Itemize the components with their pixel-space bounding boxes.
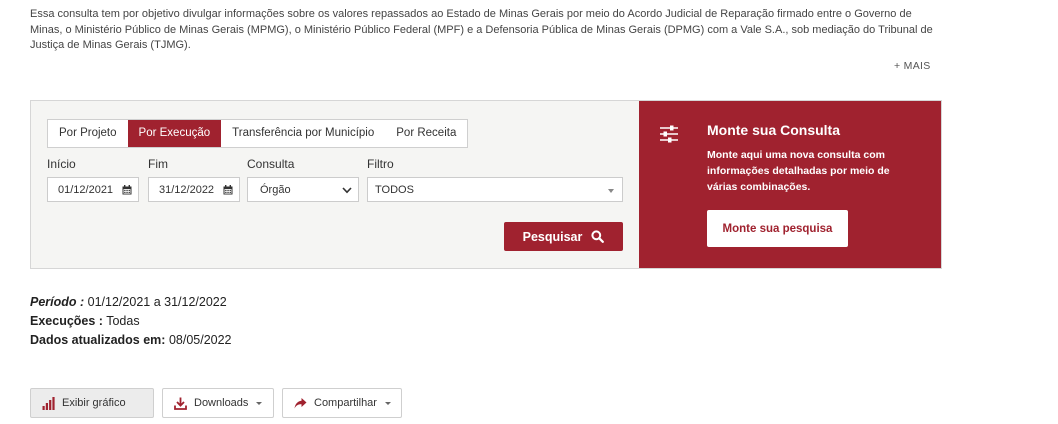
tab-por-receita[interactable]: Por Receita [385, 120, 467, 147]
share-label: Compartilhar [314, 397, 377, 409]
execucoes-label: Execuções : [30, 314, 103, 328]
custom-query-title: Monte sua Consulta [707, 122, 841, 138]
atualizados-value: 08/05/2022 [168, 333, 232, 347]
custom-query-panel: Monte sua Consulta Monte aqui uma nova c… [639, 101, 941, 268]
calendar-icon [122, 185, 132, 195]
query-summary: Período : 01/12/2021 a 31/12/2022 Execuç… [30, 293, 232, 350]
inicio-value: 01/12/2021 [58, 183, 114, 196]
download-icon [174, 397, 187, 410]
execucoes-value: Todas [106, 314, 140, 328]
atualizados-label: Dados atualizados em: [30, 333, 166, 347]
search-button[interactable]: Pesquisar [504, 222, 623, 251]
periodo-line: Período : 01/12/2021 a 31/12/2022 [30, 293, 232, 312]
build-query-button[interactable]: Monte sua pesquisa [707, 210, 848, 247]
sliders-icon [660, 125, 678, 143]
downloads-dropdown[interactable]: Downloads [162, 388, 274, 418]
fim-value: 31/12/2022 [159, 183, 215, 196]
consulta-label: Consulta [247, 157, 295, 171]
tab-por-projeto[interactable]: Por Projeto [48, 120, 128, 147]
tab-transferencia-por-municipio[interactable]: Transferência por Município [221, 120, 385, 147]
periodo-label: Período : [30, 295, 85, 309]
custom-query-description: Monte aqui uma nova consulta com informa… [707, 149, 890, 193]
more-link[interactable]: + MAIS [894, 60, 931, 72]
share-dropdown[interactable]: Compartilhar [282, 388, 402, 418]
caret-down-icon [256, 401, 263, 405]
fim-date-input[interactable]: 31/12/2022 [148, 177, 240, 202]
consulta-value: Órgão [260, 183, 291, 196]
caret-down-icon [384, 401, 391, 405]
chevron-down-icon [342, 187, 352, 194]
intro-text: Essa consulta tem por objetivo divulgar … [30, 8, 933, 52]
search-button-label: Pesquisar [522, 229, 583, 244]
execucoes-line: Execuções : Todas [30, 312, 232, 331]
inicio-date-input[interactable]: 01/12/2021 [47, 177, 139, 202]
consulta-select[interactable]: Órgão [247, 177, 359, 202]
search-panel: Por Projeto Por Execução Transferência p… [30, 100, 942, 269]
filtro-label: Filtro [367, 157, 394, 171]
fim-label: Fim [148, 157, 168, 171]
share-icon [294, 397, 307, 408]
filtro-select[interactable]: TODOS [367, 177, 623, 202]
search-form: Por Projeto Por Execução Transferência p… [31, 101, 639, 268]
show-chart-label: Exibir gráfico [62, 397, 126, 409]
search-icon [591, 230, 605, 243]
inicio-label: Início [47, 157, 76, 171]
filtro-value: TODOS [375, 183, 414, 196]
query-tabs: Por Projeto Por Execução Transferência p… [47, 119, 469, 148]
atualizados-line: Dados atualizados em: 08/05/2022 [30, 331, 232, 350]
downloads-label: Downloads [194, 397, 249, 409]
chevron-down-icon [608, 189, 614, 193]
periodo-value: 01/12/2021 a 31/12/2022 [87, 295, 227, 309]
bar-chart-icon [42, 396, 55, 410]
calendar-icon [223, 185, 233, 195]
tab-por-execucao[interactable]: Por Execução [127, 120, 222, 147]
show-chart-button[interactable]: Exibir gráfico [30, 388, 154, 418]
